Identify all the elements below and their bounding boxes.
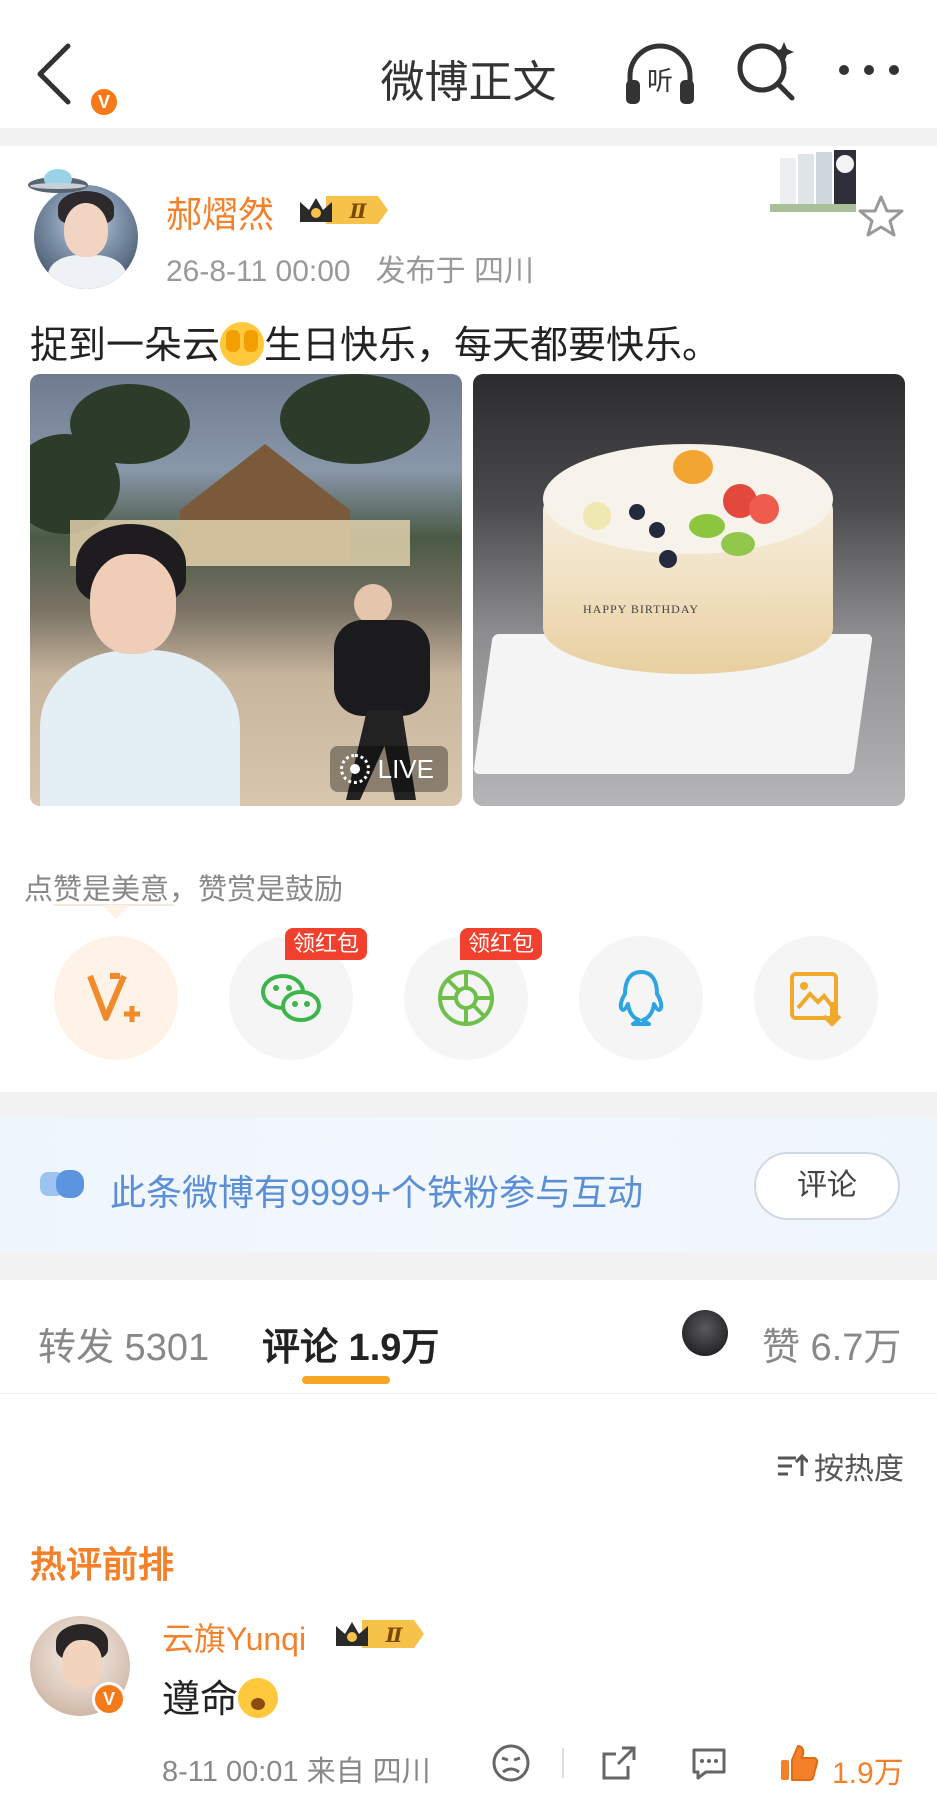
post-location: 发布于 四川 (375, 255, 534, 288)
live-label: LIVE (377, 753, 434, 784)
live-photo-badge[interactable]: LIVE (329, 746, 448, 792)
share-qq-button[interactable] (579, 936, 703, 1060)
thumbs-up-icon[interactable] (778, 1742, 820, 1784)
reward-pointer-icon (54, 904, 174, 919)
redpack-tag: 领红包 (285, 928, 368, 960)
post-meta: 26-8-11 00:00 发布于 四川 (166, 246, 534, 290)
cake-inscription: HAPPY BIRTHDAY (583, 602, 700, 616)
save-image-button[interactable] (754, 936, 878, 1060)
comment-text-body: 遵命 (162, 1679, 239, 1721)
rank-badge-label: Ⅱ (349, 199, 368, 223)
interaction-tabs: 转发 5301 评论 1.9万 赞 6.7万 (0, 1280, 937, 1394)
qq-penguin-icon (618, 970, 664, 1026)
iron-fans-icon (40, 1170, 84, 1198)
rank-badge-label: Ⅱ (385, 1623, 404, 1647)
reward-prompt: 点赞是美意，赞赏是鼓励 (24, 874, 344, 906)
redpack-tag: 领红包 (460, 928, 543, 960)
iron-fans-banner: 此条微博有9999+个铁粉参与互动 评论 (0, 1118, 937, 1252)
tab-repost[interactable]: 转发 5301 (38, 1316, 209, 1371)
post-text: 捉到一朵云 生日快乐，每天都要快乐。 (30, 314, 720, 369)
post-photo-beach[interactable]: LIVE (30, 374, 462, 806)
post-photo-cake[interactable]: HAPPY BIRTHDAY (473, 374, 905, 806)
liker-avatar (682, 1310, 728, 1356)
author-name[interactable]: 郝熠然 (166, 186, 274, 238)
live-photo-icon (339, 754, 370, 784)
wechat-icon (261, 974, 321, 1022)
sort-label: 按热度 (814, 1453, 904, 1486)
comment-text: 遵命 (162, 1668, 279, 1723)
share-moments-button[interactable]: 领红包 (404, 928, 543, 1060)
fan-rank-crown-icon: Ⅱ (336, 1620, 424, 1648)
v-plus-reward-icon (87, 973, 140, 1022)
divider (562, 1748, 564, 1778)
save-image-icon (790, 972, 842, 1027)
verified-badge: V (88, 86, 120, 118)
headphones-listen-icon[interactable]: 听 (622, 40, 698, 108)
ufo-pendant-icon (28, 169, 88, 193)
fan-rank-crown-icon: Ⅱ (300, 196, 388, 224)
post-text-part2: 生日快乐，每天都要快乐。 (264, 325, 721, 367)
listen-label: 听 (647, 67, 673, 97)
sort-toggle[interactable]: 按热度 (776, 1444, 904, 1488)
author-avatar[interactable] (26, 165, 146, 295)
search-icon[interactable] (732, 36, 800, 104)
share-comment-icon[interactable] (598, 1742, 640, 1784)
divider (0, 128, 937, 146)
reply-comment-icon[interactable] (688, 1742, 730, 1784)
commenter-name[interactable]: 云旗Yunqi (162, 1614, 306, 1660)
iron-fans-text: 此条微博有9999+个铁粉参与互动 (110, 1172, 644, 1213)
verified-badge: V (92, 1682, 126, 1716)
hot-comments-title: 热评前排 (30, 1544, 175, 1585)
dislike-face-icon[interactable] (490, 1742, 532, 1784)
post-date: 26-8-11 00:00 (166, 255, 351, 288)
comment-meta: 8-11 00:01 来自 四川 (162, 1756, 431, 1788)
share-wechat-button[interactable]: 领红包 (229, 928, 368, 1060)
surprised-face-emoji-icon (238, 1678, 279, 1718)
comment-like-count: 1.9万 (832, 1757, 904, 1790)
sort-icon (778, 1453, 808, 1476)
more-options-icon[interactable] (834, 40, 904, 100)
avatar-image (34, 185, 138, 289)
post-text-part1: 捉到一朵云 (30, 325, 221, 367)
top-bar: 微博正文 听 (0, 0, 937, 128)
divider (0, 1092, 937, 1118)
wechat-moments-icon (438, 970, 494, 1026)
favorite-star-icon[interactable] (858, 194, 904, 238)
divider (0, 1252, 937, 1280)
active-tab-indicator (302, 1376, 390, 1384)
reward-button[interactable] (54, 936, 178, 1060)
iron-fans-comment-button[interactable]: 评论 (754, 1152, 900, 1220)
tab-comments[interactable]: 评论 1.9万 (262, 1316, 439, 1371)
shy-face-emoji-icon (220, 322, 265, 366)
tab-likes[interactable]: 赞 6.7万 (762, 1316, 901, 1371)
share-row: 领红包 领红包 (0, 928, 937, 1062)
